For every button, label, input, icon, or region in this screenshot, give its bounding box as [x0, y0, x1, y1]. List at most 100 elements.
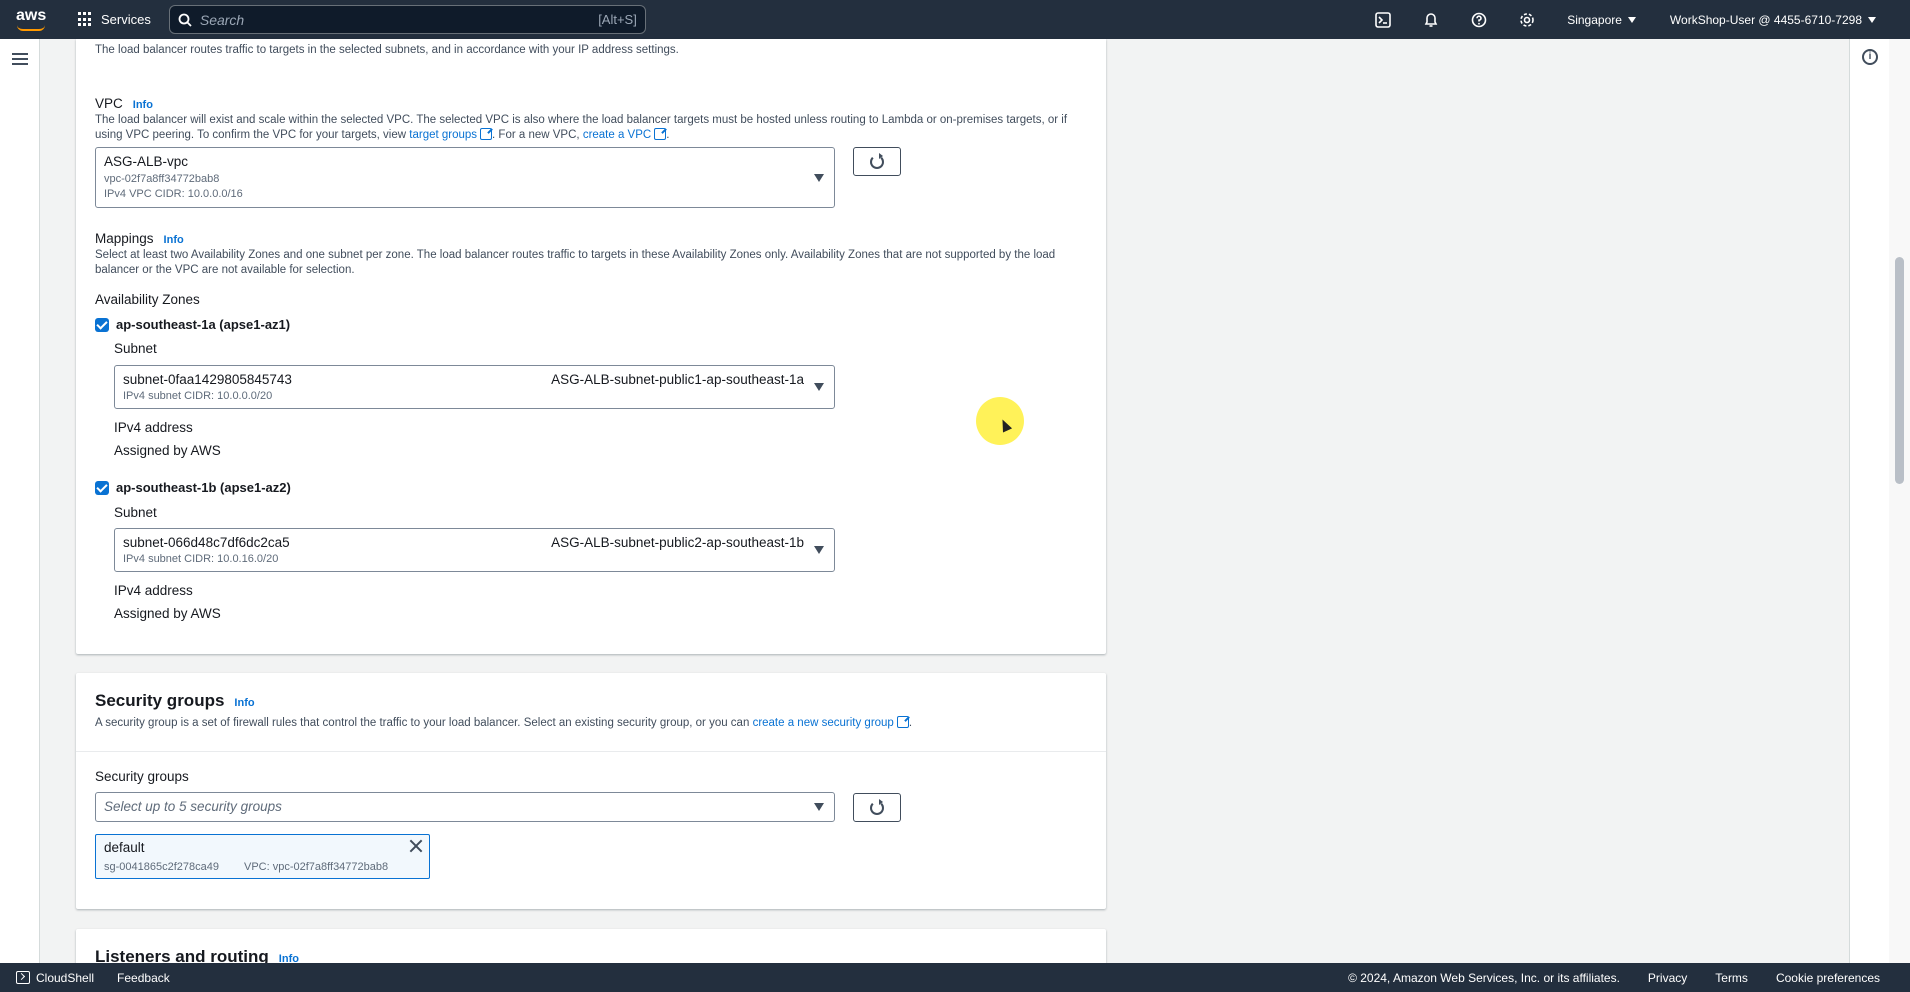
- vpc-info-link[interactable]: Info: [133, 99, 153, 111]
- external-link-icon: [654, 128, 667, 140]
- vpc-selected-cidr: IPv4 VPC CIDR: 10.0.0.0/16: [104, 188, 243, 200]
- security-groups-info-link[interactable]: Info: [234, 697, 254, 709]
- az-1a-ipv4-label: IPv4 address: [114, 420, 193, 435]
- az-1b-ipv4-value: Assigned by AWS: [114, 606, 221, 621]
- security-groups-desc-text-2: .: [908, 717, 913, 729]
- az-1a-subnet-id: subnet-0faa1429805845743: [123, 372, 292, 387]
- help-button[interactable]: [1455, 0, 1503, 39]
- chevron-down-icon: [814, 383, 824, 391]
- security-groups-panel: Security groups Info A security group is …: [76, 673, 1106, 909]
- close-icon[interactable]: [409, 839, 423, 853]
- settings-button[interactable]: [1503, 0, 1551, 39]
- cookie-preferences-link[interactable]: Cookie preferences: [1776, 971, 1880, 985]
- vpc-description: The load balancer will exist and scale w…: [95, 113, 1095, 143]
- left-rail: [0, 39, 40, 963]
- mappings-label: Mappings: [95, 231, 154, 246]
- aws-smile-icon: [17, 25, 45, 31]
- vpc-selected-name: ASG-ALB-vpc: [104, 154, 189, 169]
- security-groups-placeholder: Select up to 5 security groups: [104, 799, 282, 814]
- security-groups-title: Security groups: [95, 691, 225, 710]
- az-1b-subnet-label: Subnet: [114, 505, 157, 520]
- copyright-text: © 2024, Amazon Web Services, Inc. or its…: [1348, 970, 1620, 985]
- terms-link[interactable]: Terms: [1715, 971, 1748, 985]
- bell-icon: [1424, 12, 1438, 27]
- refresh-icon: [870, 798, 884, 815]
- availability-zones-heading: Availability Zones: [95, 292, 200, 307]
- search-icon: [178, 13, 192, 27]
- aws-logo[interactable]: aws: [16, 6, 48, 32]
- search-bar[interactable]: [Alt+S]: [168, 5, 646, 34]
- az-1b-ipv4-label: IPv4 address: [114, 583, 193, 598]
- az-1a-subnet-name: ASG-ALB-subnet-public1-ap-southeast-1a: [551, 372, 804, 387]
- create-vpc-link[interactable]: create a VPC: [583, 128, 667, 141]
- az-1a-checkbox[interactable]: [95, 318, 109, 332]
- external-link-icon: [480, 128, 493, 140]
- vpc-select[interactable]: ASG-ALB-vpc vpc-02f7a8ff34772bab8 IPv4 V…: [95, 147, 835, 208]
- vpc-heading: VPC Info: [95, 95, 153, 111]
- services-label: Services: [101, 12, 151, 27]
- refresh-icon: [870, 152, 884, 169]
- vpc-refresh-button[interactable]: [853, 147, 901, 176]
- az-1b-subnet-id: subnet-066d48c7df6dc2ca5: [123, 535, 290, 550]
- target-groups-link[interactable]: target groups: [409, 128, 493, 141]
- grid-icon: [78, 12, 93, 27]
- external-link-icon: [896, 716, 909, 728]
- security-groups-desc-text-1: A security group is a set of firewall ru…: [95, 717, 750, 729]
- account-menu[interactable]: WorkShop-User @ 4455-6710-7298: [1670, 13, 1876, 27]
- security-groups-description: A security group is a set of firewall ru…: [95, 716, 912, 731]
- mappings-info-link[interactable]: Info: [164, 234, 184, 246]
- az-1a-subnet-label: Subnet: [114, 341, 157, 356]
- search-shortcut-hint: [Alt+S]: [598, 12, 637, 27]
- info-panel-icon[interactable]: i: [1862, 49, 1878, 65]
- az-1a-ipv4-value: Assigned by AWS: [114, 443, 221, 458]
- chevron-down-icon: [814, 173, 824, 182]
- privacy-link[interactable]: Privacy: [1648, 971, 1687, 985]
- page-scrollbar[interactable]: [1889, 39, 1910, 963]
- chevron-down-icon: [814, 803, 824, 811]
- chevron-down-icon: [1868, 16, 1876, 23]
- network-mapping-panel: The load balancer routes traffic to targ…: [76, 39, 1106, 654]
- vpc-selected-id: vpc-02f7a8ff34772bab8: [104, 173, 220, 185]
- cloudshell-icon: [16, 971, 30, 984]
- gear-icon: [1520, 12, 1535, 27]
- top-navigation: aws Services [Alt+S] Singapore WorkShop-: [0, 0, 1910, 39]
- region-label: Singapore: [1567, 12, 1622, 27]
- aws-logo-text: aws: [16, 6, 47, 24]
- security-group-name: default: [104, 840, 145, 855]
- feedback-link[interactable]: Feedback: [117, 971, 170, 985]
- az-1b-subnet-name: ASG-ALB-subnet-public2-ap-southeast-1b: [551, 535, 804, 550]
- mappings-description: Select at least two Availability Zones a…: [95, 249, 1056, 276]
- menu-icon[interactable]: [12, 53, 28, 65]
- help-icon: [1471, 12, 1487, 27]
- vpc-label: VPC: [95, 96, 123, 111]
- az-1b-label: ap-southeast-1b (apse1-az2): [116, 480, 291, 495]
- notifications-button[interactable]: [1407, 0, 1455, 39]
- az-1a-subnet-select[interactable]: subnet-0faa1429805845743 IPv4 subnet CID…: [114, 365, 835, 409]
- scrollbar-thumb[interactable]: [1895, 257, 1904, 484]
- az-1b-subnet-select[interactable]: subnet-066d48c7df6dc2ca5 IPv4 subnet CID…: [114, 528, 835, 572]
- az-1b-subnet-cidr: IPv4 subnet CIDR: 10.0.16.0/20: [123, 553, 279, 565]
- security-group-vpc: VPC: vpc-02f7a8ff34772bab8: [244, 861, 389, 873]
- az-1b-checkbox[interactable]: [95, 481, 109, 495]
- nav-right-group: Singapore WorkShop-User @ 4455-6710-7298: [1359, 0, 1910, 39]
- services-menu-button[interactable]: Services: [78, 12, 151, 27]
- chevron-down-icon: [1627, 16, 1636, 23]
- az-1a-label: ap-southeast-1a (apse1-az1): [116, 317, 291, 332]
- cloudshell-icon-button[interactable]: [1359, 0, 1407, 39]
- security-groups-select[interactable]: Select up to 5 security groups: [95, 792, 835, 822]
- search-input[interactable]: [199, 11, 599, 28]
- security-group-id: sg-0041865c2f278ca49: [104, 861, 219, 873]
- security-groups-refresh-button[interactable]: [853, 793, 901, 822]
- mappings-heading: Mappings Info: [95, 230, 184, 246]
- cloudshell-link[interactable]: CloudShell: [36, 971, 94, 985]
- vpc-desc-text-3: .: [666, 129, 670, 141]
- chevron-down-icon: [814, 546, 824, 554]
- region-selector[interactable]: Singapore: [1567, 13, 1636, 27]
- footer: CloudShell Feedback © 2024, Amazon Web S…: [0, 963, 1910, 992]
- network-intro-text: The load balancer routes traffic to targ…: [95, 44, 679, 56]
- create-security-group-link[interactable]: create a new security group: [753, 716, 909, 729]
- security-groups-header: Security groups Info A security group is …: [76, 673, 1106, 752]
- vpc-desc-text-2: . For a new VPC,: [492, 129, 580, 141]
- terminal-icon: [1375, 11, 1392, 28]
- footer-right-links: © 2024, Amazon Web Services, Inc. or its…: [1348, 971, 1880, 985]
